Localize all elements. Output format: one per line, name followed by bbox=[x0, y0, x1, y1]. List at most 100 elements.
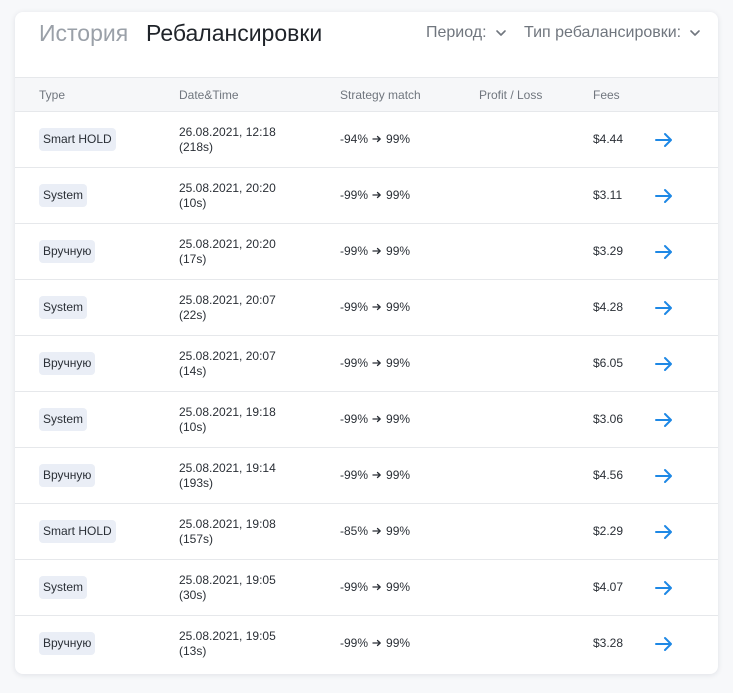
chevron-down-icon bbox=[494, 26, 508, 40]
datetime-cell: 25.08.2021, 20:20 (17s) bbox=[179, 237, 276, 267]
duration-value: (10s) bbox=[179, 196, 207, 210]
fees-value: $4.56 bbox=[593, 468, 624, 482]
strategy-match-cell: -99% 99% bbox=[340, 300, 410, 314]
fees-value: $4.28 bbox=[593, 300, 624, 314]
arrow-right-small-icon bbox=[372, 302, 382, 312]
type-badge: System bbox=[39, 296, 88, 319]
open-details-arrow-icon[interactable] bbox=[653, 409, 675, 431]
tab-rebalances[interactable]: Ребалансировки bbox=[146, 20, 322, 47]
open-details-arrow-icon[interactable] bbox=[653, 353, 675, 375]
open-details-arrow-icon[interactable] bbox=[653, 521, 675, 543]
open-details-arrow-icon[interactable] bbox=[653, 185, 675, 207]
arrow-right-small-icon bbox=[372, 470, 382, 480]
strategy-match-cell: -99% 99% bbox=[340, 356, 410, 370]
column-header-profit-loss: Profit / Loss bbox=[479, 88, 543, 102]
table-row: Вручную 25.08.2021, 19:14 (193s) -99% 99… bbox=[15, 448, 718, 504]
duration-value: (10s) bbox=[179, 420, 207, 434]
duration-value: (30s) bbox=[179, 588, 207, 602]
rebalance-history-card: История Ребалансировки Период: Тип ребал… bbox=[15, 12, 718, 674]
strategy-match-cell: -99% 99% bbox=[340, 244, 410, 258]
arrow-right-small-icon bbox=[372, 358, 382, 368]
open-details-arrow-icon[interactable] bbox=[653, 465, 675, 487]
match-from-value: -99% bbox=[340, 412, 369, 426]
table-row: System 25.08.2021, 19:18 (10s) -99% 99% … bbox=[15, 392, 718, 448]
match-from-value: -99% bbox=[340, 636, 369, 650]
match-to-value: 99% bbox=[386, 636, 411, 650]
match-to-value: 99% bbox=[386, 524, 411, 538]
table-row: Вручную 25.08.2021, 20:20 (17s) -99% 99%… bbox=[15, 224, 718, 280]
match-from-value: -99% bbox=[340, 188, 369, 202]
table-row: System 25.08.2021, 20:20 (10s) -99% 99% … bbox=[15, 168, 718, 224]
match-to-value: 99% bbox=[386, 412, 411, 426]
match-to-value: 99% bbox=[386, 468, 411, 482]
table-row: Smart HOLD 25.08.2021, 19:08 (157s) -85%… bbox=[15, 504, 718, 560]
datetime-value: 25.08.2021, 19:05 bbox=[179, 573, 276, 587]
datetime-cell: 25.08.2021, 19:14 (193s) bbox=[179, 461, 276, 491]
duration-value: (13s) bbox=[179, 644, 207, 658]
column-header-datetime: Date&Time bbox=[179, 88, 239, 102]
type-badge: Smart HOLD bbox=[39, 128, 116, 151]
card-header: История Ребалансировки Период: Тип ребал… bbox=[15, 12, 718, 78]
type-badge: Вручную bbox=[39, 464, 96, 487]
arrow-right-small-icon bbox=[372, 638, 382, 648]
type-badge: Вручную bbox=[39, 240, 96, 263]
table-row: Вручную 25.08.2021, 19:05 (13s) -99% 99%… bbox=[15, 616, 718, 672]
datetime-cell: 25.08.2021, 19:18 (10s) bbox=[179, 405, 276, 435]
type-badge: System bbox=[39, 576, 88, 599]
datetime-value: 25.08.2021, 19:14 bbox=[179, 461, 276, 475]
open-details-arrow-icon[interactable] bbox=[653, 129, 675, 151]
table-row: System 25.08.2021, 20:07 (22s) -99% 99% … bbox=[15, 280, 718, 336]
match-from-value: -94% bbox=[340, 132, 369, 146]
fees-value: $3.28 bbox=[593, 636, 624, 650]
table-body: Smart HOLD 26.08.2021, 12:18 (218s) -94%… bbox=[15, 112, 718, 672]
fees-value: $3.06 bbox=[593, 412, 624, 426]
arrow-right-small-icon bbox=[372, 582, 382, 592]
fees-value: $6.05 bbox=[593, 356, 624, 370]
open-details-arrow-icon[interactable] bbox=[653, 633, 675, 655]
open-details-arrow-icon[interactable] bbox=[653, 241, 675, 263]
table-row: Smart HOLD 26.08.2021, 12:18 (218s) -94%… bbox=[15, 112, 718, 168]
type-badge: System bbox=[39, 184, 88, 207]
datetime-cell: 25.08.2021, 19:05 (13s) bbox=[179, 629, 276, 659]
type-badge: Вручную bbox=[39, 352, 96, 375]
type-badge: System bbox=[39, 408, 88, 431]
strategy-match-cell: -85% 99% bbox=[340, 524, 410, 538]
table-row: Вручную 25.08.2021, 20:07 (14s) -99% 99%… bbox=[15, 336, 718, 392]
strategy-match-cell: -99% 99% bbox=[340, 468, 410, 482]
arrow-right-small-icon bbox=[372, 526, 382, 536]
arrow-right-small-icon bbox=[372, 190, 382, 200]
column-header-strategy-match: Strategy match bbox=[340, 88, 421, 102]
match-to-value: 99% bbox=[386, 580, 411, 594]
match-from-value: -99% bbox=[340, 580, 369, 594]
match-to-value: 99% bbox=[386, 356, 411, 370]
period-filter-dropdown[interactable]: Период: bbox=[426, 24, 508, 42]
type-badge: Smart HOLD bbox=[39, 520, 116, 543]
fees-value: $4.44 bbox=[593, 132, 624, 146]
datetime-value: 25.08.2021, 20:07 bbox=[179, 293, 276, 307]
duration-value: (193s) bbox=[179, 476, 214, 490]
tab-history[interactable]: История bbox=[39, 20, 128, 47]
table-header: Type Date&Time Strategy match Profit / L… bbox=[15, 77, 718, 112]
duration-value: (17s) bbox=[179, 252, 207, 266]
match-from-value: -99% bbox=[340, 468, 369, 482]
arrow-right-small-icon bbox=[372, 414, 382, 424]
arrow-right-small-icon bbox=[372, 246, 382, 256]
fees-value: $2.29 bbox=[593, 524, 624, 538]
strategy-match-cell: -99% 99% bbox=[340, 580, 410, 594]
strategy-match-cell: -99% 99% bbox=[340, 188, 410, 202]
datetime-cell: 25.08.2021, 20:07 (14s) bbox=[179, 349, 276, 379]
rebalance-type-filter-dropdown[interactable]: Тип ребалансировки: bbox=[524, 24, 702, 42]
datetime-cell: 25.08.2021, 20:20 (10s) bbox=[179, 181, 276, 211]
duration-value: (218s) bbox=[179, 140, 214, 154]
column-header-type: Type bbox=[39, 88, 66, 102]
match-to-value: 99% bbox=[386, 244, 411, 258]
arrow-right-small-icon bbox=[372, 134, 382, 144]
strategy-match-cell: -94% 99% bbox=[340, 132, 410, 146]
datetime-cell: 25.08.2021, 19:05 (30s) bbox=[179, 573, 276, 603]
open-details-arrow-icon[interactable] bbox=[653, 577, 675, 599]
open-details-arrow-icon[interactable] bbox=[653, 297, 675, 319]
rebalance-type-filter-label: Тип ребалансировки: bbox=[524, 24, 682, 41]
period-filter-label: Период: bbox=[426, 24, 487, 41]
match-to-value: 99% bbox=[386, 188, 411, 202]
datetime-value: 25.08.2021, 20:07 bbox=[179, 349, 276, 363]
